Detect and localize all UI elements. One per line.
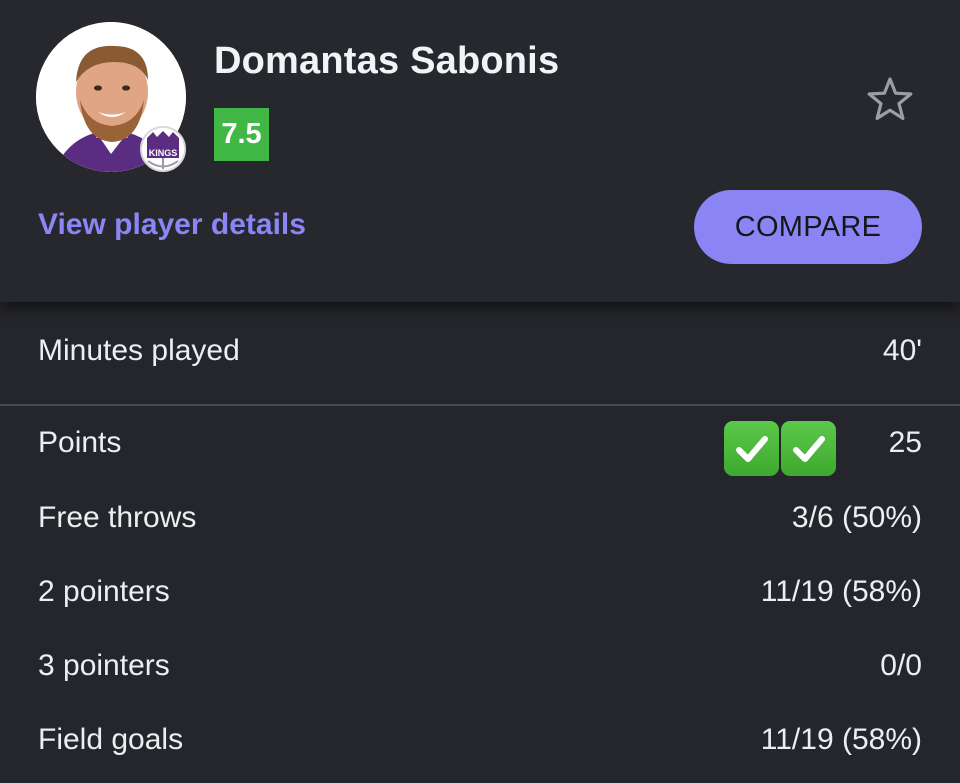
stat-label: Free throws xyxy=(38,501,197,534)
svg-text:KINGS: KINGS xyxy=(149,148,178,158)
stat-label: 3 pointers xyxy=(38,649,170,682)
section-divider xyxy=(0,404,960,406)
player-name: Domantas Sabonis xyxy=(214,40,560,82)
stat-row-field-goals: Field goals 11/19 (58%) xyxy=(0,715,960,765)
stat-label: 2 pointers xyxy=(38,575,170,608)
check-mark-icon xyxy=(781,421,836,476)
check-mark-icon xyxy=(724,421,779,476)
stat-value: 11/19 (58%) xyxy=(760,575,922,608)
stat-row-minutes: Minutes played 40' xyxy=(0,326,960,376)
stat-label: Points xyxy=(38,426,122,459)
stat-value: 25 xyxy=(888,426,922,459)
stat-label: Field goals xyxy=(38,723,184,756)
stat-value: 40' xyxy=(882,334,922,367)
player-header-card: KINGS Domantas Sabonis 7.5 View player d… xyxy=(0,0,960,302)
stat-value: 11/19 (58%) xyxy=(760,723,922,756)
stat-row-two-pointers: 2 pointers 11/19 (58%) xyxy=(0,567,960,617)
highlight-checks xyxy=(724,421,836,477)
stat-value: 3/6 (50%) xyxy=(791,501,922,534)
stat-row-free-throws: Free throws 3/6 (50%) xyxy=(0,493,960,543)
team-logo: KINGS xyxy=(140,126,186,172)
rating-badge: 7.5 xyxy=(214,108,269,161)
compare-button[interactable]: COMPARE xyxy=(694,190,922,264)
stat-value: 0/0 xyxy=(880,649,922,682)
stat-label: Minutes played xyxy=(38,334,240,367)
stat-row-three-pointers: 3 pointers 0/0 xyxy=(0,641,960,691)
view-player-details-link[interactable]: View player details xyxy=(38,208,306,242)
star-outline-icon[interactable] xyxy=(866,76,914,122)
